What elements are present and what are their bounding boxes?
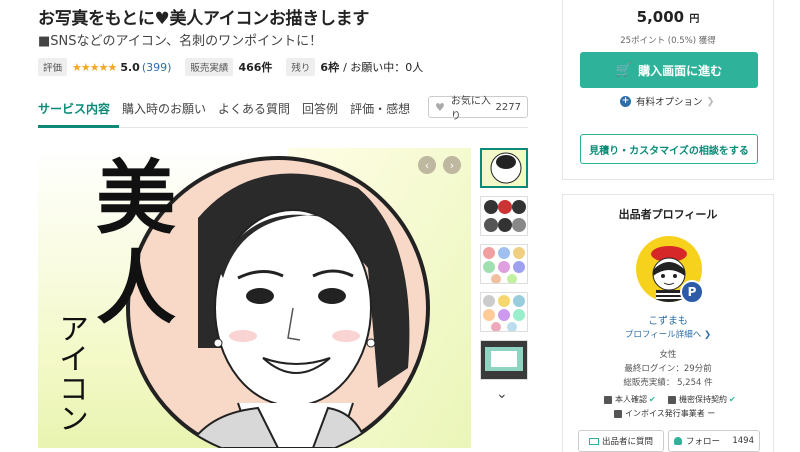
tab-answer-examples[interactable]: 回答例 bbox=[302, 96, 347, 128]
tab-purchase-notes[interactable]: 購入時のお願い bbox=[122, 96, 215, 128]
favorite-label: お気に入り bbox=[450, 96, 491, 122]
invoice-label: インボイス発行事業者 ー bbox=[625, 409, 716, 418]
next-image-button[interactable]: › bbox=[443, 156, 461, 174]
paid-options-link[interactable]: + 有料オプション ❯ bbox=[620, 94, 714, 108]
invoice-issuer: インボイス発行事業者 ー bbox=[614, 408, 715, 419]
tab-service-details[interactable]: サービス内容 bbox=[38, 96, 120, 128]
nda-label: 機密保持契約 bbox=[679, 395, 727, 404]
service-stats: 評価 ★★★★★ 5.0 (399) 販売実績 466件 残り 6枠 / お願い… bbox=[38, 58, 423, 76]
main-service-image: 美 人 アイコン ‹ › bbox=[38, 148, 471, 448]
identity-verified: 本人確認 ✔ bbox=[604, 394, 656, 405]
paid-options-label: 有料オプション bbox=[636, 97, 703, 108]
envelope-icon bbox=[588, 437, 599, 445]
thumbnail-3-image bbox=[481, 245, 527, 283]
thumbnail-2[interactable] bbox=[480, 196, 528, 236]
ask-seller-label: 出品者に質問 bbox=[601, 437, 653, 447]
favorite-count: 2277 bbox=[495, 101, 521, 113]
price-currency: 円 bbox=[689, 14, 700, 25]
heart-icon: ♥ bbox=[435, 100, 445, 114]
price-value: 5,000 bbox=[636, 8, 685, 26]
plus-circle-icon: + bbox=[620, 95, 631, 107]
chevron-right-icon: ❯ bbox=[706, 95, 715, 107]
thumbnail-5[interactable] bbox=[480, 340, 528, 380]
thumbnail-5-image bbox=[481, 341, 527, 379]
follow-label: フォロー bbox=[686, 437, 721, 447]
hero-text-bi: 美 bbox=[96, 151, 176, 245]
follow-button[interactable]: フォロー 1494 bbox=[668, 430, 760, 452]
thumbnail-4[interactable] bbox=[480, 292, 528, 332]
hero-text-jin: 人 bbox=[96, 241, 176, 335]
remaining-slots: 6枠 bbox=[320, 61, 340, 74]
profile-title: 出品者プロフィール bbox=[618, 208, 718, 221]
total-sales: 総販売実績： 5,254 件 bbox=[623, 378, 713, 388]
chevron-down-icon[interactable]: ⌄ bbox=[496, 386, 508, 402]
prev-image-button[interactable]: ‹ bbox=[418, 156, 436, 174]
remaining-tag: 残り bbox=[286, 58, 316, 76]
thumbnail-1[interactable] bbox=[480, 148, 528, 188]
thumbnail-2-image bbox=[481, 197, 527, 235]
follow-count: 1494 bbox=[732, 436, 754, 446]
profile-detail-link[interactable]: プロフィール詳細へ ❯ bbox=[562, 328, 774, 340]
sales-tag: 販売実績 bbox=[185, 58, 234, 76]
request-count: / お願い中：0人 bbox=[343, 61, 424, 74]
platinum-badge-icon: P bbox=[680, 280, 704, 304]
thumbnail-1-image bbox=[482, 150, 526, 186]
check-icon: ✔ bbox=[649, 395, 656, 404]
ask-seller-button[interactable]: 出品者に質問 bbox=[578, 430, 664, 452]
page-subtitle: ■SNSなどのアイコン、名刺のワンポイントに！ bbox=[38, 34, 323, 49]
star-rating-icon: ★★★★★ bbox=[72, 60, 117, 74]
hero-side-text: アイコン bbox=[53, 313, 88, 433]
rating-count-link[interactable]: (399) bbox=[142, 61, 172, 74]
person-add-icon bbox=[674, 437, 682, 445]
cart-icon: 🛒 bbox=[615, 62, 633, 78]
favorite-button[interactable]: ♥ お気に入り 2277 bbox=[428, 96, 528, 122]
thumbnail-3[interactable] bbox=[480, 244, 528, 284]
check-icon: ✔ bbox=[729, 395, 736, 404]
document-icon bbox=[668, 395, 676, 404]
rating-value: 5.0 bbox=[120, 60, 140, 74]
points-info: 25ポイント (0.5%) 獲得 bbox=[620, 36, 716, 46]
page-title: お写真をもとに♥美人アイコンお描きします bbox=[38, 9, 370, 29]
id-card-icon bbox=[604, 395, 612, 404]
tab-reviews[interactable]: 評価・感想 bbox=[350, 96, 419, 128]
seller-gender: 女性 bbox=[659, 350, 677, 360]
thumbnail-4-image bbox=[481, 293, 527, 331]
rating-tag: 評価 bbox=[38, 58, 68, 76]
buy-label: 購入画面に進む bbox=[638, 63, 723, 78]
sales-count: 466件 bbox=[238, 61, 273, 74]
consult-button[interactable]: 見積り・カスタマイズの相談をする bbox=[580, 134, 758, 164]
invoice-icon bbox=[614, 409, 622, 418]
last-login: 最終ログイン：29分前 bbox=[624, 364, 712, 374]
seller-name[interactable]: こずまも bbox=[562, 312, 774, 327]
proceed-to-purchase-button[interactable]: 🛒 購入画面に進む bbox=[580, 52, 758, 88]
price: 5,000 円 bbox=[562, 8, 774, 26]
tab-faq[interactable]: よくある質問 bbox=[218, 96, 299, 128]
identity-verified-label: 本人確認 bbox=[615, 395, 647, 404]
nda-signed: 機密保持契約 ✔ bbox=[668, 394, 736, 405]
